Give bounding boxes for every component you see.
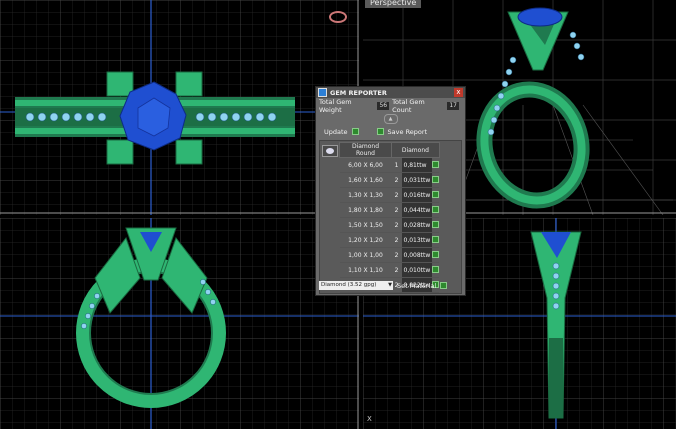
close-icon[interactable]: x (454, 88, 463, 97)
update-button[interactable] (351, 128, 359, 135)
material-select[interactable]: Diamond (3.52 gpg) ▼ (319, 281, 393, 290)
total-gem-weight-label: Total Gem Weight (319, 98, 352, 114)
actions-row: Update Save Report (316, 126, 465, 137)
material-row: Diamond (3.52 gpg) ▼ Set Material (319, 280, 462, 291)
viewport-front-canvas (0, 218, 359, 429)
ring-shank (476, 81, 590, 209)
column-header-shape[interactable]: Diamond Round (339, 142, 392, 158)
total-gem-count-value: 17 (447, 102, 459, 110)
gem-weight: 0,81ttw (401, 157, 433, 173)
row-select-button[interactable] (432, 265, 440, 273)
gem-count: 2 (391, 262, 402, 278)
gem-size: 6,00 X 6,00 (339, 157, 392, 173)
row-select-button[interactable] (432, 190, 440, 198)
gem-thumbnail[interactable] (322, 145, 338, 157)
table-row: 1,10 X 1,10 2 0,010ttw (339, 262, 440, 278)
gem-size: 1,20 X 1,20 (339, 232, 392, 248)
gem-table: Diamond Round Diamond 6,00 X 6,00 1 0,81tt… (339, 142, 440, 293)
gem-count: 1 (391, 157, 402, 173)
navigation-ring-icon[interactable] (329, 11, 347, 23)
save-report-label: Save Report (387, 127, 428, 136)
table-row: 1,30 X 1,30 2 0,016ttw (339, 187, 440, 203)
table-row: 1,80 X 1,80 2 0,044ttw (339, 202, 440, 218)
viewport-front[interactable] (0, 218, 359, 429)
gem-table-container: Diamond Round Diamond 6,00 X 6,00 1 0,81tt… (319, 140, 462, 294)
set-material-button[interactable] (440, 282, 448, 289)
viewport-top-canvas (0, 0, 359, 215)
totals-row: Total Gem Weight 56 Total Gem Count 17 (316, 98, 465, 114)
gem-size: 1,50 X 1,50 (339, 217, 392, 233)
gem-count: 2 (391, 202, 402, 218)
gem-count: 2 (391, 187, 402, 203)
gem-weight: 0,013ttw (401, 232, 433, 248)
gem-weight: 0,008ttw (401, 247, 433, 263)
center-gem-perspective (517, 7, 563, 27)
gem-reporter-title: GEM REPORTER (330, 88, 387, 97)
row-select-button[interactable] (432, 175, 440, 183)
chevron-up-icon: ▲ (388, 116, 393, 122)
axis-indicator: X (367, 415, 372, 423)
save-report-button[interactable] (376, 128, 384, 135)
gem-weight: 0,010ttw (401, 262, 433, 278)
viewport-top[interactable] (0, 0, 359, 215)
column-header-material[interactable]: Diamond (391, 142, 440, 158)
row-select-button[interactable] (432, 235, 440, 243)
gem-count: 2 (391, 232, 402, 248)
row-select-button[interactable] (432, 250, 440, 258)
gem-weight: 0,031ttw (401, 172, 433, 188)
gem-count: 2 (391, 172, 402, 188)
row-select-button[interactable] (432, 205, 440, 213)
gem-reporter-icon (318, 88, 327, 97)
viewport-label[interactable]: Perspective (365, 0, 422, 8)
table-row: 1,00 X 1,00 2 0,008ttw (339, 247, 440, 263)
table-row: 1,60 X 1,60 2 0,031ttw (339, 172, 440, 188)
gem-size: 1,10 X 1,10 (339, 262, 392, 278)
gem-weight: 0,016ttw (401, 187, 433, 203)
gem-weight: 0,044ttw (401, 202, 433, 218)
table-row: 1,50 X 1,50 2 0,028ttw (339, 217, 440, 233)
row-select-button[interactable] (432, 220, 440, 228)
total-gem-weight-value: 56 (377, 102, 390, 110)
table-row: 6,00 X 6,00 1 0,81ttw (339, 157, 440, 173)
gem-weight: 0,028ttw (401, 217, 433, 233)
total-gem-count-label: Total Gem Count (392, 98, 425, 114)
gem-size: 1,00 X 1,00 (339, 247, 392, 263)
gem-size: 1,80 X 1,80 (339, 202, 392, 218)
gem-count: 2 (391, 217, 402, 233)
gem-count: 2 (391, 247, 402, 263)
collapse-arrow-button[interactable]: ▲ (383, 114, 398, 124)
gem-size: 1,30 X 1,30 (339, 187, 392, 203)
set-material-label: Set Material (397, 281, 437, 290)
gem-reporter-panel: GEM REPORTER x Total Gem Weight 56 Total… (315, 86, 466, 296)
gem-size: 1,60 X 1,60 (339, 172, 392, 188)
chevron-down-icon: ▼ (388, 282, 392, 288)
row-select-button[interactable] (432, 160, 440, 168)
update-label: Update (324, 127, 348, 136)
material-select-value: Diamond (3.52 gpg) (321, 282, 377, 288)
gem-reporter-titlebar[interactable]: GEM REPORTER x (316, 87, 465, 98)
table-row: 1,20 X 1,20 2 0,013ttw (339, 232, 440, 248)
